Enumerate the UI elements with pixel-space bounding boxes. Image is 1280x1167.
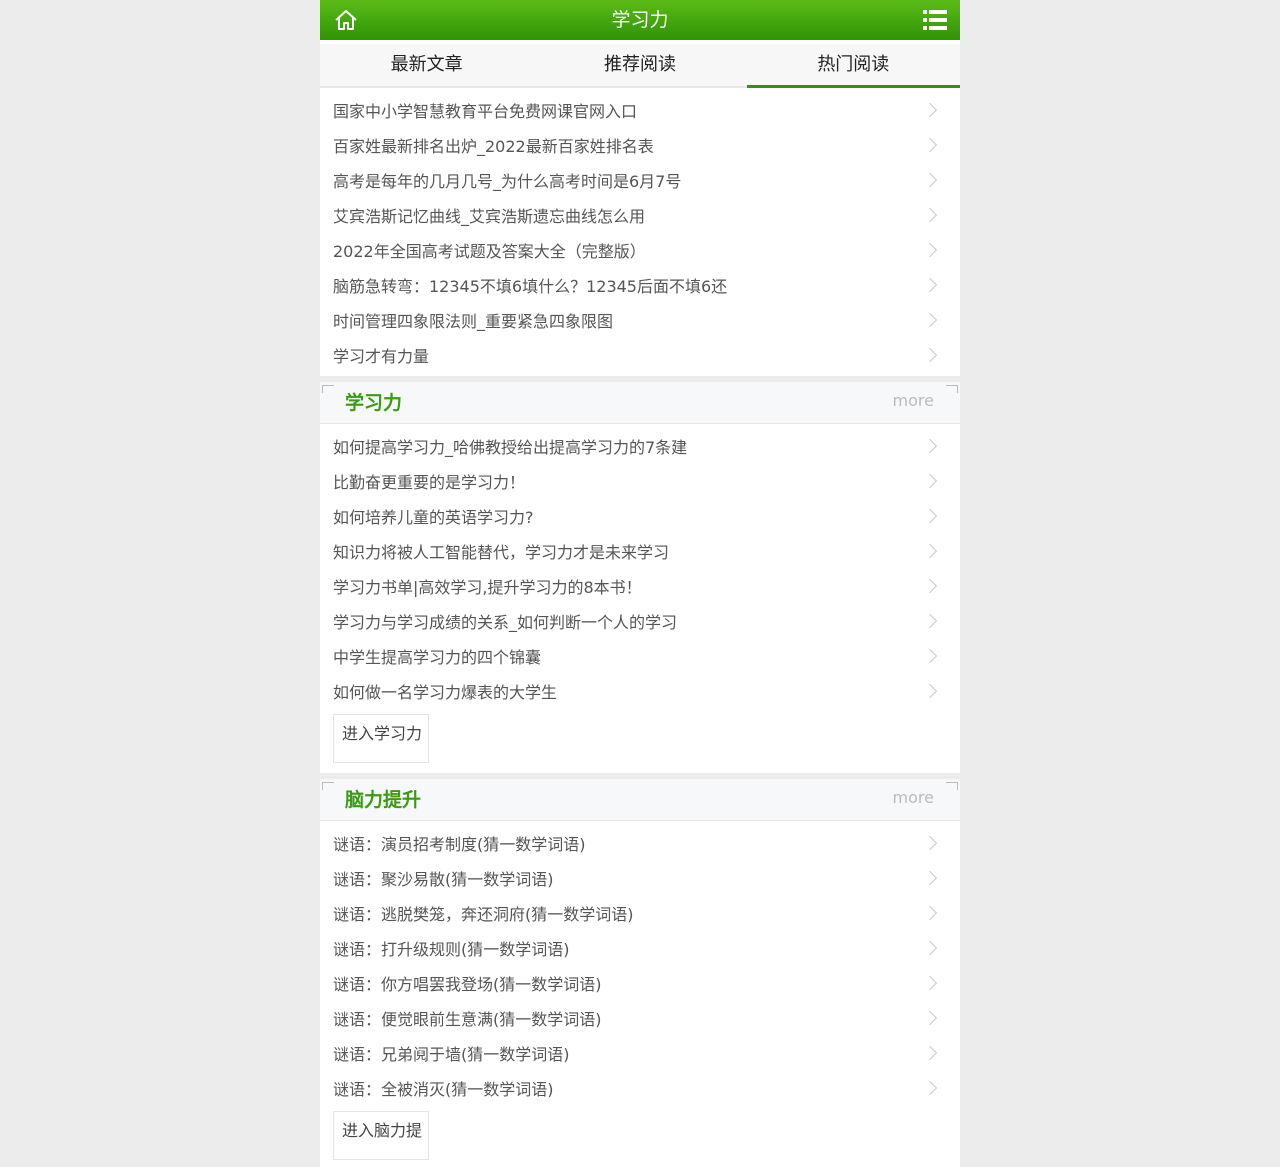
list-item[interactable]: 国家中小学智慧教育平台免费网课官网入口 — [333, 92, 947, 127]
enter-section-button[interactable]: 进入脑力提 — [333, 1111, 429, 1160]
list-item[interactable]: 谜语：便觉眼前生意满(猜一数学词语) — [333, 1000, 947, 1035]
list-item[interactable]: 学习力书单|高效学习,提升学习力的8本书！ — [333, 568, 947, 603]
chevron-right-icon — [922, 508, 938, 523]
section-title: 学习力 — [345, 392, 403, 414]
chevron-right-icon — [922, 578, 938, 593]
list-item[interactable]: 谜语：打升级规则(猜一数学词语) — [333, 930, 947, 965]
tab-bar: 最新文章 推荐阅读 热门阅读 — [320, 40, 960, 88]
chevron-right-icon — [922, 207, 938, 222]
tab-latest-articles[interactable]: 最新文章 — [320, 44, 534, 88]
article-title: 时间管理四象限法则_重要紧急四象限图 — [333, 311, 614, 331]
chevron-right-icon — [922, 347, 938, 362]
chevron-right-icon — [922, 1010, 938, 1025]
chevron-right-icon — [922, 312, 938, 327]
list-item[interactable]: 如何培养儿童的英语学习力? — [333, 498, 947, 533]
list-item[interactable]: 知识力将被人工智能替代，学习力才是未来学习 — [333, 533, 947, 568]
list-menu-icon[interactable] — [923, 10, 947, 30]
article-title: 谜语：打升级规则(猜一数学词语) — [333, 939, 570, 959]
section-article-list: 谜语：演员招考制度(猜一数学词语) 谜语：聚沙易散(猜一数学词语) 谜语：逃脱樊… — [320, 821, 960, 1109]
article-title: 比勤奋更重要的是学习力！ — [333, 472, 526, 492]
article-title: 谜语：聚沙易散(猜一数学词语) — [333, 869, 554, 889]
list-item[interactable]: 谜语：演员招考制度(猜一数学词语) — [333, 825, 947, 860]
list-item[interactable]: 学习力与学习成绩的关系_如何判断一个人的学习 — [333, 603, 947, 638]
chevron-right-icon — [922, 172, 938, 187]
chevron-right-icon — [922, 683, 938, 698]
article-title: 学习才有力量 — [333, 346, 430, 366]
popular-article-list: 国家中小学智慧教育平台免费网课官网入口 百家姓最新排名出炉_2022最新百家姓排… — [320, 88, 960, 376]
chevron-right-icon — [922, 473, 938, 488]
tab-recommended[interactable]: 推荐阅读 — [533, 44, 747, 88]
page-title: 学习力 — [611, 9, 669, 31]
article-title: 百家姓最新排名出炉_2022最新百家姓排名表 — [333, 136, 654, 156]
corner-ornament-icon — [322, 385, 334, 393]
section-brain-power: 脑力提升 more 谜语：演员招考制度(猜一数学词语) 谜语：聚沙易散(猜一数学… — [320, 779, 960, 1160]
top-bar: 学习力 — [320, 0, 960, 40]
article-title: 学习力与学习成绩的关系_如何判断一个人的学习 — [333, 612, 678, 632]
list-item[interactable]: 谜语：逃脱樊笼，奔还洞府(猜一数学词语) — [333, 895, 947, 930]
article-title: 谜语：全被消灭(猜一数学词语) — [333, 1079, 554, 1099]
list-item[interactable]: 艾宾浩斯记忆曲线_艾宾浩斯遗忘曲线怎么用 — [333, 197, 947, 232]
chevron-right-icon — [922, 242, 938, 257]
article-title: 如何提高学习力_哈佛教授给出提高学习力的7条建 — [333, 437, 688, 457]
corner-ornament-icon — [322, 782, 334, 790]
list-item[interactable]: 时间管理四象限法则_重要紧急四象限图 — [333, 302, 947, 337]
article-title: 谜语：演员招考制度(猜一数学词语) — [333, 834, 586, 854]
article-title: 中学生提高学习力的四个锦囊 — [333, 647, 542, 667]
list-item[interactable]: 如何提高学习力_哈佛教授给出提高学习力的7条建 — [333, 428, 947, 463]
list-item[interactable]: 百家姓最新排名出炉_2022最新百家姓排名表 — [333, 127, 947, 162]
chevron-right-icon — [922, 835, 938, 850]
article-title: 国家中小学智慧教育平台免费网课官网入口 — [333, 101, 638, 121]
chevron-right-icon — [922, 277, 938, 292]
section-learning-ability: 学习力 more 如何提高学习力_哈佛教授给出提高学习力的7条建 比勤奋更重要的… — [320, 382, 960, 773]
list-item[interactable]: 谜语：全被消灭(猜一数学词语) — [333, 1070, 947, 1105]
article-title: 学习力书单|高效学习,提升学习力的8本书！ — [333, 577, 642, 597]
article-title: 知识力将被人工智能替代，学习力才是未来学习 — [333, 542, 670, 562]
chevron-right-icon — [922, 940, 938, 955]
more-link[interactable]: more — [893, 382, 934, 420]
list-item[interactable]: 谜语：你方唱罢我登场(猜一数学词语) — [333, 965, 947, 1000]
article-title: 谜语：兄弟阋于墙(猜一数学词语) — [333, 1044, 570, 1064]
article-title: 谜语：你方唱罢我登场(猜一数学词语) — [333, 974, 602, 994]
chevron-right-icon — [922, 1045, 938, 1060]
list-item[interactable]: 谜语：聚沙易散(猜一数学词语) — [333, 860, 947, 895]
section-article-list: 如何提高学习力_哈佛教授给出提高学习力的7条建 比勤奋更重要的是学习力！ 如何培… — [320, 424, 960, 712]
list-item[interactable]: 脑筋急转弯：12345不填6填什么？12345后面不填6还 — [333, 267, 947, 302]
chevron-right-icon — [922, 870, 938, 885]
chevron-right-icon — [922, 613, 938, 628]
list-item[interactable]: 2022年全国高考试题及答案大全（完整版） — [333, 232, 947, 267]
section-footer — [320, 763, 960, 773]
chevron-right-icon — [922, 543, 938, 558]
tab-popular[interactable]: 热门阅读 — [746, 44, 960, 88]
section-title: 脑力提升 — [345, 789, 422, 811]
article-title: 谜语：便觉眼前生意满(猜一数学词语) — [333, 1009, 602, 1029]
chevron-right-icon — [922, 102, 938, 117]
list-item[interactable]: 高考是每年的几月几号_为什么高考时间是6月7号 — [333, 162, 947, 197]
more-link[interactable]: more — [893, 779, 934, 817]
article-title: 如何做一名学习力爆表的大学生 — [333, 682, 558, 702]
corner-ornament-icon — [946, 782, 958, 790]
article-title: 艾宾浩斯记忆曲线_艾宾浩斯遗忘曲线怎么用 — [333, 206, 646, 226]
chevron-right-icon — [922, 137, 938, 152]
section-header: 学习力 more — [320, 382, 960, 424]
list-item[interactable]: 学习才有力量 — [333, 337, 947, 372]
section-header: 脑力提升 more — [320, 779, 960, 821]
enter-section-button[interactable]: 进入学习力 — [333, 714, 429, 763]
article-title: 如何培养儿童的英语学习力? — [333, 507, 534, 527]
chevron-right-icon — [922, 648, 938, 663]
chevron-right-icon — [922, 1080, 938, 1095]
list-item[interactable]: 谜语：兄弟阋于墙(猜一数学词语) — [333, 1035, 947, 1070]
list-item[interactable]: 中学生提高学习力的四个锦囊 — [333, 638, 947, 673]
article-title: 谜语：逃脱樊笼，奔还洞府(猜一数学词语) — [333, 904, 634, 924]
chevron-right-icon — [922, 905, 938, 920]
list-item[interactable]: 比勤奋更重要的是学习力！ — [333, 463, 947, 498]
chevron-right-icon — [922, 438, 938, 453]
article-title: 2022年全国高考试题及答案大全（完整版） — [333, 241, 646, 261]
chevron-right-icon — [922, 975, 938, 990]
page: 学习力 最新文章 推荐阅读 热门阅读 国家中小学智慧教育平台免费网课官网入口 百… — [320, 0, 960, 1167]
article-title: 脑筋急转弯：12345不填6填什么？12345后面不填6还 — [333, 276, 728, 296]
article-title: 高考是每年的几月几号_为什么高考时间是6月7号 — [333, 171, 682, 191]
list-item[interactable]: 如何做一名学习力爆表的大学生 — [333, 673, 947, 708]
corner-ornament-icon — [946, 385, 958, 393]
